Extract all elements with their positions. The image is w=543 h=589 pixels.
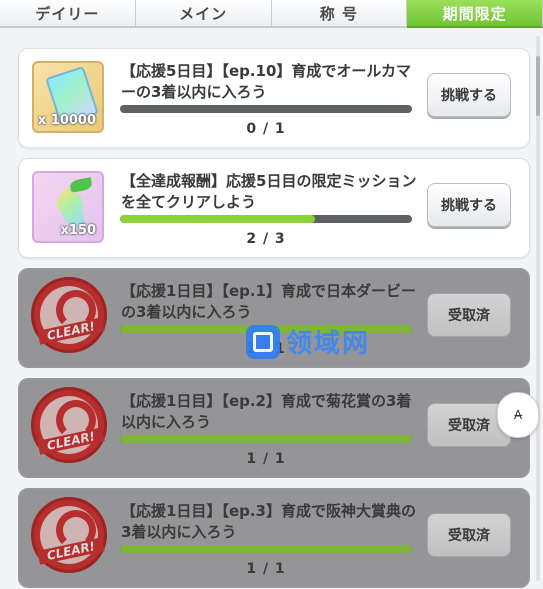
clear-seal-icon: CLEAR! [31,277,107,353]
progress-count: 2 / 3 [246,231,286,247]
progress-fill [120,545,412,553]
scrollbar-thumb[interactable] [536,56,540,116]
translate-icon: A̶ [513,408,523,422]
mission-title: 【応援1日目】【ep.1】育成で日本ダービーの3着以内に入ろう [121,282,416,321]
floating-translate-button[interactable]: A̶ [497,392,539,438]
mission-title: 【全達成報酬】応援5日目の限定ミッションを全てクリアしよう [121,172,417,211]
claimed-button[interactable]: 受取済 [427,513,511,557]
mission-title: 【応援1日目】【ep.2】育成で菊花賞の3着以内に入ろう [121,392,412,431]
challenge-button[interactable]: 挑戦する [427,183,511,227]
progress-fill [120,435,412,443]
mission-card: x150 【全達成報酬】応援5日目の限定ミッションを全てクリアしよう 2 / 3… [18,158,530,258]
mission-card: CLEAR! 【応援1日目】【ep.3】育成で阪神大賞典の3着以内に入ろう 1 … [18,488,530,588]
reward-quantity: x150 [60,223,96,238]
scrollbar[interactable] [536,36,540,581]
leaf-icon [69,177,93,193]
progress-bar [120,545,412,553]
progress-count: 1 / 1 [246,561,286,577]
mission-card: CLEAR! 【応援1日目】【ep.2】育成で菊花賞の3着以内に入ろう 1 / … [18,378,530,478]
mission-card: x 10000 【応援5日目】【ep.10】育成でオールカマーの3着以内に入ろう… [18,48,530,148]
tab-limited[interactable]: 期間限定 [407,0,543,28]
watermark-logo-icon [246,324,280,359]
progress-bar [120,215,412,223]
progress-bar [120,435,412,443]
mission-title: 【応援1日目】【ep.3】育成で阪神大賞典の3着以内に入ろう [121,502,416,541]
challenge-button[interactable]: 挑戦する [427,73,511,117]
progress-count: 1 / 1 [246,451,286,467]
reward-quantity: x 10000 [37,113,96,128]
progress-count: 0 / 1 [246,121,286,137]
mission-title: 【応援5日目】【ep.10】育成でオールカマーの3着以内に入ろう [121,62,411,101]
reward-item: x150 [32,171,104,243]
tab-main[interactable]: メイン [135,0,272,28]
progress-bar [120,105,412,113]
tab-daily[interactable]: デイリー [0,0,136,28]
watermark-text: 领域网 [286,329,371,359]
clear-seal-icon: CLEAR! [31,497,107,573]
claimed-button[interactable]: 受取済 [427,293,511,337]
progress-fill [120,215,315,223]
clear-seal-icon: CLEAR! [31,387,107,463]
tab-titles[interactable]: 称 号 [271,0,408,28]
tab-bar: デイリー メイン 称 号 期間限定 [0,0,543,28]
watermark: 领域网 [246,323,370,360]
reward-item: x 10000 [32,61,104,133]
